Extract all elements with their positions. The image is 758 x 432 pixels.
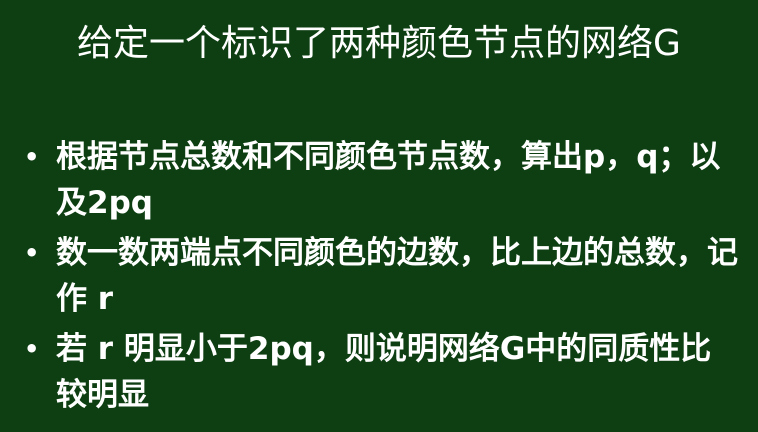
bullet-icon: • [24, 335, 40, 363]
bullet-item: • 数一数两端点不同颜色的边数，比上边的总数，记作 r [22, 230, 738, 322]
bullet-icon: • [24, 239, 40, 267]
bullet-item: • 根据节点总数和不同颜色节点数，算出p，q；以及2pq [22, 134, 738, 226]
bullet-text: 若 r 明显小于2pq，则说明网络G中的同质性比较明显 [56, 331, 712, 413]
bullet-text: 数一数两端点不同颜色的边数，比上边的总数，记作 r [56, 235, 738, 317]
bullet-text: 根据节点总数和不同颜色节点数，算出p，q；以及2pq [56, 139, 721, 221]
bullet-icon: • [24, 143, 40, 171]
slide: 给定一个标识了两种颜色节点的网络G • 根据节点总数和不同颜色节点数，算出p，q… [0, 0, 758, 432]
bullet-item: • 若 r 明显小于2pq，则说明网络G中的同质性比较明显 [22, 326, 738, 418]
bullet-list: • 根据节点总数和不同颜色节点数，算出p，q；以及2pq • 数一数两端点不同颜… [22, 134, 738, 422]
slide-title: 给定一个标识了两种颜色节点的网络G [77, 23, 681, 64]
